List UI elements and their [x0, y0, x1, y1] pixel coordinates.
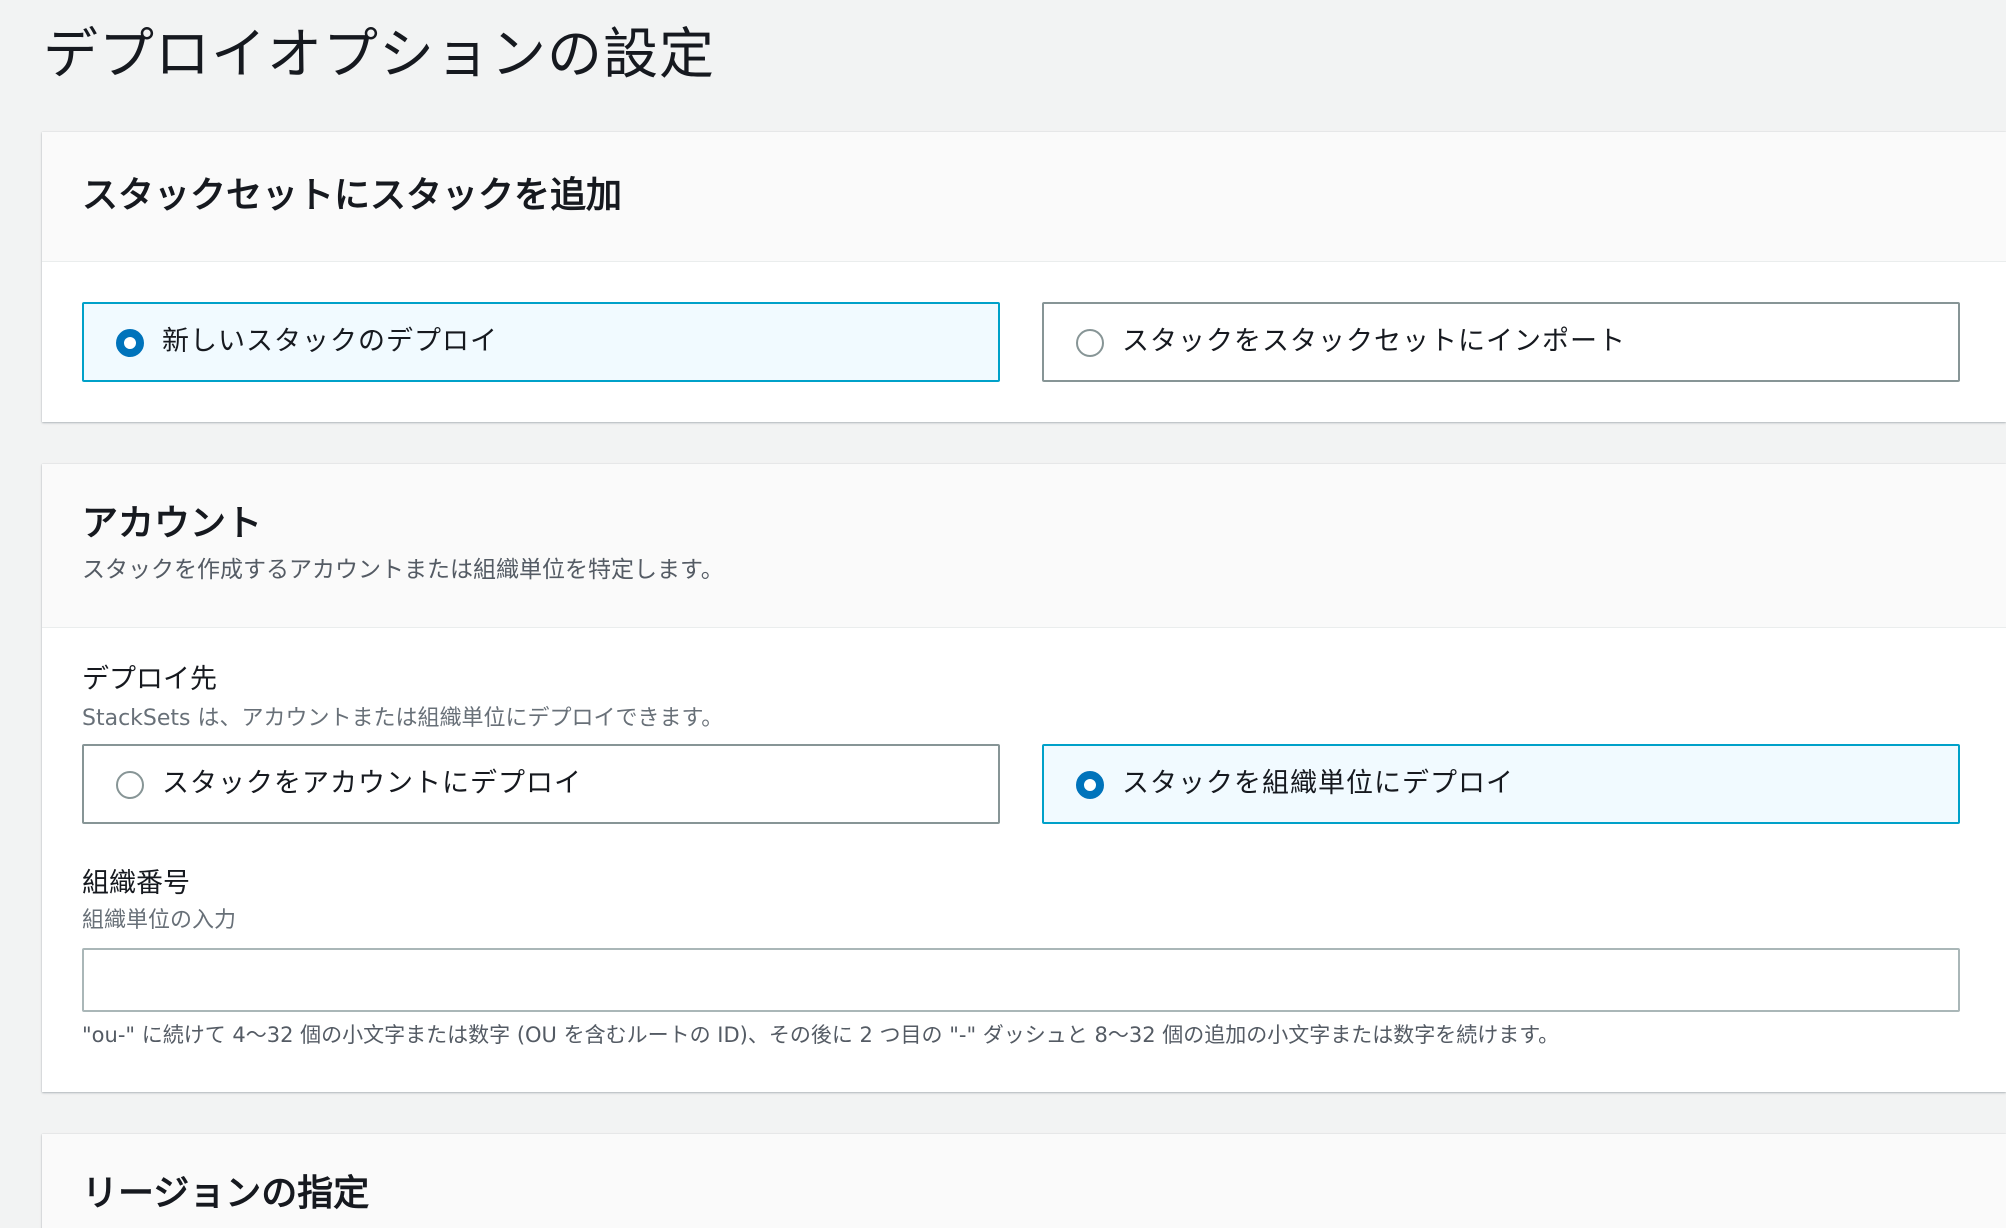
- add-stacks-panel-header: スタックセットにスタックを追加: [42, 132, 2006, 262]
- regions-heading: リージョンの指定: [82, 1173, 370, 1214]
- regions-panel: リージョンの指定: [42, 1134, 2006, 1228]
- deploy-new-stacks-option[interactable]: 新しいスタックのデプロイ: [82, 302, 1000, 382]
- deploy-target-description: StackSets は、アカウントまたは組織単位にデプロイできます。: [82, 706, 724, 731]
- import-stacks-radio[interactable]: [1076, 329, 1104, 357]
- org-number-constraint: "ou-" に続けて 4〜32 個の小文字または数字 (OU を含むルートの I…: [82, 1023, 1560, 1047]
- deploy-to-org-units-radio[interactable]: [1076, 771, 1104, 799]
- accounts-heading: アカウント: [82, 503, 263, 544]
- accounts-panel-header: アカウント スタックを作成するアカウントまたは組織単位を特定します。: [42, 464, 2006, 628]
- regions-panel-header: リージョンの指定: [42, 1134, 2006, 1228]
- deploy-options-page: デプロイオプションの設定 スタックセットにスタックを追加 新しいスタックのデプロ…: [0, 0, 2006, 1228]
- deploy-new-stacks-radio[interactable]: [116, 329, 144, 357]
- deploy-to-org-units-label: スタックを組織単位にデプロイ: [1122, 768, 1514, 799]
- page-title: デプロイオプションの設定: [43, 22, 716, 86]
- add-stacks-heading: スタックセットにスタックを追加: [82, 175, 623, 216]
- deploy-target-label: デプロイ先: [82, 664, 217, 695]
- org-number-input[interactable]: [82, 948, 1960, 1012]
- accounts-description: スタックを作成するアカウントまたは組織単位を特定します。: [82, 557, 724, 583]
- org-number-label: 組織番号: [82, 868, 190, 899]
- deploy-to-org-units-option[interactable]: スタックを組織単位にデプロイ: [1042, 744, 1960, 824]
- org-number-description: 組織単位の入力: [82, 908, 237, 933]
- import-stacks-option[interactable]: スタックをスタックセットにインポート: [1042, 302, 1960, 382]
- add-stacks-panel: スタックセットにスタックを追加 新しいスタックのデプロイ スタックをスタックセッ…: [42, 132, 2006, 422]
- import-stacks-label: スタックをスタックセットにインポート: [1122, 326, 1626, 357]
- deploy-to-accounts-option[interactable]: スタックをアカウントにデプロイ: [82, 744, 1000, 824]
- accounts-panel: アカウント スタックを作成するアカウントまたは組織単位を特定します。 デプロイ先…: [42, 464, 2006, 1092]
- deploy-to-accounts-label: スタックをアカウントにデプロイ: [162, 768, 582, 799]
- deploy-new-stacks-label: 新しいスタックのデプロイ: [162, 326, 498, 357]
- deploy-to-accounts-radio[interactable]: [116, 771, 144, 799]
